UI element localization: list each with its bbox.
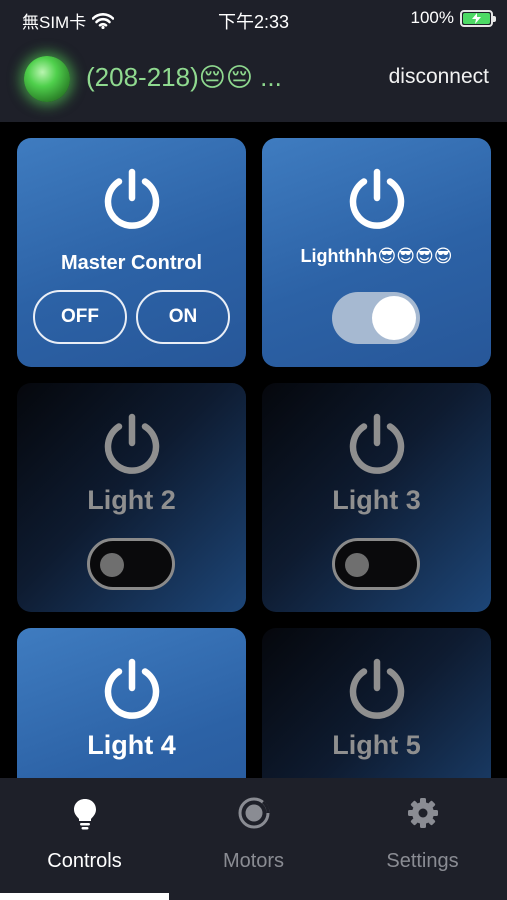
tab-motors[interactable]: Motors — [169, 778, 338, 900]
power-icon — [349, 413, 404, 474]
controls-grid: Master Control OFF ON Lighthhh😎😎😎😎 Light… — [0, 122, 507, 778]
master-off-button[interactable]: OFF — [33, 290, 127, 344]
tab-controls[interactable]: Controls — [0, 778, 169, 900]
light-4-title: Light 4 — [87, 730, 176, 760]
motor-icon — [238, 797, 269, 829]
light-1-title: Lighthhh😎😎😎😎 — [300, 246, 453, 266]
light-card-3[interactable]: Light 3 — [262, 383, 491, 612]
disconnect-button[interactable]: disconnect — [389, 65, 489, 89]
toggle-knob — [345, 553, 369, 577]
tab-label: Settings — [386, 850, 459, 872]
master-control-card: Master Control OFF ON — [17, 138, 246, 367]
gear-icon — [407, 798, 438, 828]
lightbulb-icon — [73, 799, 96, 830]
light-card-4[interactable]: Light 4 — [17, 628, 246, 778]
battery-level-fill — [463, 12, 490, 24]
master-on-button[interactable]: ON — [136, 290, 230, 344]
light-1-toggle[interactable] — [332, 292, 420, 344]
battery-charging-icon — [460, 9, 496, 27]
light-5-title: Light 5 — [332, 730, 421, 760]
power-icon — [104, 413, 159, 474]
toggle-knob — [100, 553, 124, 577]
toggle-knob — [372, 296, 416, 340]
master-control-title: Master Control — [60, 252, 203, 274]
device-name: (208-218)😔😔 ... — [86, 62, 282, 92]
light-2-toggle[interactable] — [87, 538, 175, 590]
connection-status-led — [24, 56, 70, 102]
light-card-5[interactable]: Light 5 — [262, 628, 491, 778]
power-icon — [349, 658, 404, 719]
light-card-1[interactable]: Lighthhh😎😎😎😎 — [262, 138, 491, 367]
light-2-title: Light 2 — [87, 485, 176, 515]
power-icon — [349, 168, 404, 229]
battery-percent: 100% — [410, 8, 454, 27]
master-control-buttons: OFF ON — [33, 290, 230, 344]
battery-group: 100% — [410, 8, 496, 28]
tab-label: Motors — [222, 850, 285, 872]
light-card-2[interactable]: Light 2 — [17, 383, 246, 612]
active-tab-indicator — [0, 893, 169, 900]
light-3-toggle[interactable] — [332, 538, 420, 590]
tab-label: Controls — [47, 850, 122, 872]
light-3-title: Light 3 — [332, 485, 421, 515]
power-icon — [104, 658, 159, 719]
tab-bar: Controls Motors Settings — [0, 778, 507, 900]
tab-settings[interactable]: Settings — [338, 778, 507, 900]
status-bar: 無SIM卡 下午2:33 100% — [0, 0, 507, 36]
power-icon — [104, 168, 159, 229]
connection-header: (208-218)😔😔 ... disconnect — [0, 36, 507, 122]
